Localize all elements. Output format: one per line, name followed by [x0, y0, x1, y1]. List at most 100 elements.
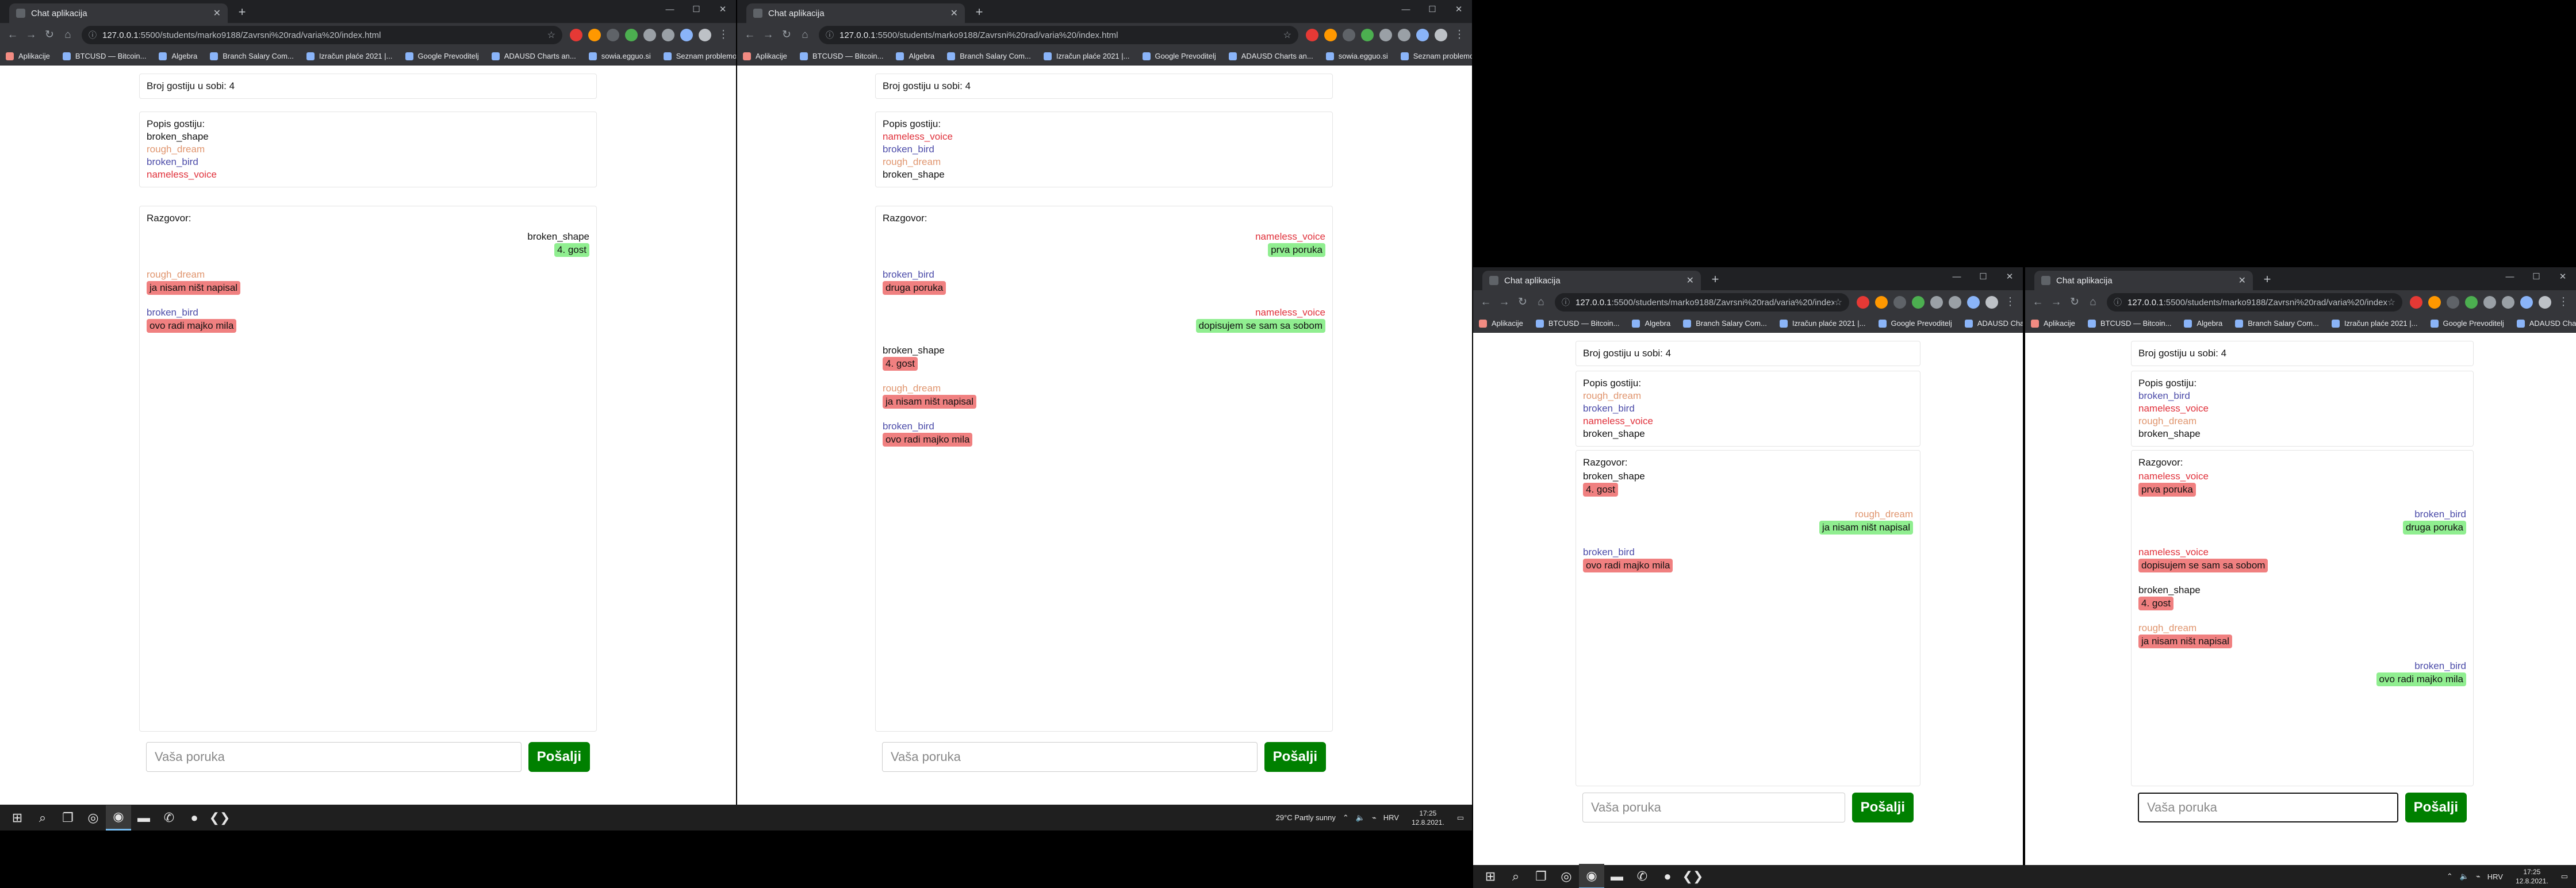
forward-button[interactable]: → — [759, 26, 777, 44]
extension-icon[interactable] — [1949, 296, 1961, 309]
extension-icon[interactable] — [1857, 296, 1869, 309]
extension-icon[interactable] — [1893, 296, 1906, 309]
network-icon[interactable]: ⌁ — [2476, 872, 2481, 881]
send-button[interactable]: Pošalji — [528, 742, 590, 772]
bookmark-item[interactable]: Izračun plaće 2021 |... — [2331, 319, 2418, 328]
file-explorer-icon[interactable]: ▬ — [131, 805, 156, 831]
viber-icon[interactable]: ✆ — [1630, 864, 1655, 888]
bookmark-item[interactable]: Seznam problemov... — [663, 52, 736, 60]
close-tab-icon[interactable]: ✕ — [1686, 275, 1694, 286]
extension-icon[interactable] — [1343, 29, 1355, 41]
message-input[interactable] — [1582, 793, 1845, 822]
menu-button[interactable]: ⋮ — [2001, 293, 2019, 312]
bookmark-item[interactable]: ADAUSD Charts an... — [2516, 319, 2576, 328]
reload-button[interactable]: ↻ — [2065, 293, 2084, 312]
extension-icon[interactable] — [699, 29, 711, 41]
close-tab-icon[interactable]: ✕ — [2238, 275, 2246, 286]
bookmark-item[interactable]: Algebra — [1632, 319, 1670, 328]
home-button[interactable]: ⌂ — [796, 26, 814, 44]
extension-icon[interactable] — [2465, 296, 2478, 309]
message-input[interactable] — [882, 742, 1258, 772]
tray-overflow-icon[interactable]: ⌃ — [1343, 813, 1349, 822]
bookmark-item[interactable]: Branch Salary Com... — [2235, 319, 2319, 328]
chrome-icon[interactable]: ◉ — [1579, 864, 1604, 888]
bookmark-item[interactable]: ADAUSD Charts an... — [1964, 319, 2023, 328]
bookmark-item[interactable]: Branch Salary Com... — [210, 52, 294, 60]
message-input[interactable] — [146, 742, 522, 772]
home-button[interactable]: ⌂ — [2084, 293, 2102, 312]
new-tab-button[interactable]: + — [233, 3, 251, 21]
extension-icon[interactable] — [2539, 296, 2551, 309]
bookmark-item[interactable]: Aplikacije — [6, 52, 50, 60]
notifications-icon[interactable]: ▭ — [1457, 813, 1464, 822]
task-view-icon[interactable]: ❐ — [55, 805, 80, 831]
bookmark-item[interactable]: BTCUSD — Bitcoin... — [1535, 319, 1619, 328]
bookmark-item[interactable]: Algebra — [896, 52, 934, 60]
new-tab-button[interactable]: + — [2259, 271, 2276, 288]
menu-button[interactable]: ⋮ — [2554, 293, 2573, 312]
search-icon[interactable]: ⌕ — [1503, 864, 1528, 888]
menu-button[interactable]: ⋮ — [1450, 26, 1469, 44]
minimize-button[interactable]: — — [657, 0, 683, 20]
bookmark-item[interactable]: Algebra — [159, 52, 197, 60]
new-tab-button[interactable]: + — [1707, 271, 1724, 288]
bookmark-item[interactable]: Google Prevoditelj — [405, 52, 479, 60]
edge-icon[interactable]: ◎ — [1554, 864, 1579, 888]
minimize-button[interactable]: — — [1393, 0, 1419, 20]
extension-icon[interactable] — [1985, 296, 1998, 309]
bookmark-star-icon[interactable]: ☆ — [547, 29, 555, 41]
vscode-icon[interactable]: ❮❯ — [1680, 864, 1705, 888]
back-button[interactable]: ← — [3, 26, 22, 44]
start-button[interactable]: ⊞ — [5, 805, 30, 831]
menu-button[interactable]: ⋮ — [714, 26, 733, 44]
extension-icon[interactable] — [607, 29, 619, 41]
address-bar[interactable]: ⓘ 127.0.0.1:5500/students/marko9188/Zavrs… — [1555, 293, 1849, 312]
extension-icon[interactable] — [2502, 296, 2514, 309]
extension-icon[interactable] — [1930, 296, 1943, 309]
bookmark-star-icon[interactable]: ☆ — [1834, 297, 1842, 308]
address-bar[interactable]: ⓘ 127.0.0.1:5500/students/marko9188/Zavrs… — [819, 26, 1298, 44]
bookmark-item[interactable]: Aplikacije — [1479, 319, 1523, 328]
bookmark-item[interactable]: BTCUSD — Bitcoin... — [2087, 319, 2171, 328]
weather-widget[interactable]: 29°C Partly sunny — [1276, 813, 1336, 822]
bookmark-star-icon[interactable]: ☆ — [1283, 29, 1291, 41]
forward-button[interactable]: → — [22, 26, 40, 44]
forward-button[interactable]: → — [1495, 293, 1513, 312]
bookmark-item[interactable]: Izračun plaće 2021 |... — [1779, 319, 1866, 328]
bookmark-item[interactable]: ADAUSD Charts an... — [491, 52, 576, 60]
bookmark-item[interactable]: BTCUSD — Bitcoin... — [62, 52, 146, 60]
browser-tab[interactable]: Chat aplikacija ✕ — [746, 3, 965, 23]
minimize-button[interactable]: — — [1943, 267, 1970, 287]
bookmark-star-icon[interactable]: ☆ — [2387, 297, 2395, 308]
close-window-button[interactable]: ✕ — [710, 0, 736, 20]
send-button[interactable]: Pošalji — [1851, 793, 1914, 822]
bookmark-item[interactable]: Google Prevoditelj — [2430, 319, 2504, 328]
bookmark-item[interactable]: Aplikacije — [743, 52, 787, 60]
extension-icon[interactable] — [1875, 296, 1888, 309]
minimize-button[interactable]: — — [2497, 267, 2523, 287]
extension-icon[interactable] — [680, 29, 693, 41]
home-button[interactable]: ⌂ — [1532, 293, 1550, 312]
bookmark-item[interactable]: sowia.egguo.si — [1325, 52, 1388, 60]
bookmark-item[interactable]: Izračun plaće 2021 |... — [1043, 52, 1130, 60]
extension-icon[interactable] — [2428, 296, 2441, 309]
close-window-button[interactable]: ✕ — [1996, 267, 2023, 287]
bookmark-item[interactable]: Google Prevoditelj — [1878, 319, 1952, 328]
new-tab-button[interactable]: + — [971, 3, 988, 21]
browser-tab[interactable]: Chat aplikacija ✕ — [2034, 271, 2253, 290]
maximize-button[interactable]: ☐ — [2523, 267, 2550, 287]
github-icon[interactable]: ● — [182, 805, 207, 831]
close-tab-icon[interactable]: ✕ — [213, 7, 221, 19]
forward-button[interactable]: → — [2047, 293, 2065, 312]
bookmark-item[interactable]: Aplikacije — [2031, 319, 2075, 328]
extension-icon[interactable] — [1398, 29, 1410, 41]
maximize-button[interactable]: ☐ — [1419, 0, 1446, 20]
extension-icon[interactable] — [2447, 296, 2459, 309]
network-icon[interactable]: ⌁ — [1372, 813, 1377, 822]
extension-icon[interactable] — [643, 29, 656, 41]
message-input[interactable] — [2138, 793, 2398, 822]
close-window-button[interactable]: ✕ — [1446, 0, 1472, 20]
keyboard-language[interactable]: HRV — [1383, 813, 1399, 822]
extension-icon[interactable] — [1324, 29, 1337, 41]
extension-icon[interactable] — [625, 29, 638, 41]
